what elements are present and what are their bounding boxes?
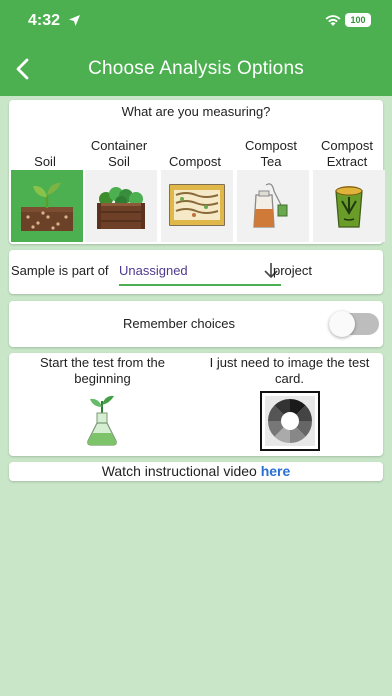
test-card-icon: [260, 391, 320, 451]
option-tile: [237, 170, 309, 242]
start-label: I just need to image the test card.: [209, 355, 370, 386]
video-line: Watch instructional video here: [9, 463, 383, 479]
remember-card: Remember choices: [9, 301, 383, 347]
extract-bucket-icon: [335, 186, 363, 228]
app-header: 4:32 100 Choose Analysis Options: [0, 0, 392, 96]
option-tile: [85, 170, 157, 242]
start-label: Start the test from the beginning: [40, 355, 165, 386]
start-from-beginning-option[interactable]: Start the test from the beginning: [9, 353, 196, 456]
option-label: Compost: [168, 154, 222, 169]
page-title: Choose Analysis Options: [88, 58, 304, 79]
option-compost-tea[interactable]: Compost Tea: [235, 132, 309, 244]
option-tile: [313, 170, 385, 242]
measure-card: What are you measuring? Soil Container S…: [9, 100, 385, 244]
option-tile: [11, 170, 83, 242]
project-suffix: project: [273, 263, 313, 278]
option-compost[interactable]: Compost: [159, 132, 233, 244]
option-compost-extract[interactable]: Compost Extract: [311, 132, 385, 244]
option-tile: [161, 170, 233, 242]
start-card: Start the test from the beginning I just…: [9, 353, 383, 456]
tea-bag-icon: [253, 183, 288, 228]
planter-box-icon: [97, 187, 145, 229]
option-soil[interactable]: Soil: [9, 132, 83, 244]
video-link[interactable]: here: [261, 463, 291, 479]
video-text: Watch instructional video: [101, 463, 257, 479]
project-card: Sample is part of Unassigned project: [9, 250, 383, 294]
option-label: Compost Tea: [244, 138, 298, 169]
video-card: Watch instructional video here: [9, 462, 383, 481]
image-test-card-option[interactable]: I just need to image the test card.: [196, 353, 383, 456]
remember-label: Remember choices: [123, 316, 235, 331]
seedling-soil-icon: [21, 182, 73, 231]
location-arrow-icon: [69, 15, 80, 26]
option-label: Compost Extract: [320, 138, 374, 169]
status-time: 4:32: [28, 12, 61, 29]
wifi-icon: [325, 15, 341, 26]
option-container-soil[interactable]: Container Soil: [83, 132, 157, 244]
measure-question: What are you measuring?: [121, 104, 271, 119]
compost-bin-icon: [169, 184, 225, 226]
option-label: Soil: [34, 154, 56, 169]
status-bar: 4:32 100: [0, 0, 392, 44]
flask-plant-icon: [87, 395, 117, 446]
battery-indicator: 100: [345, 13, 371, 27]
project-dropdown[interactable]: Unassigned: [119, 256, 281, 286]
option-label: Container Soil: [90, 138, 148, 169]
project-prefix: Sample is part of: [11, 263, 109, 278]
remember-toggle[interactable]: [329, 311, 379, 337]
project-value: Unassigned: [119, 263, 188, 278]
toggle-knob: [329, 311, 355, 337]
